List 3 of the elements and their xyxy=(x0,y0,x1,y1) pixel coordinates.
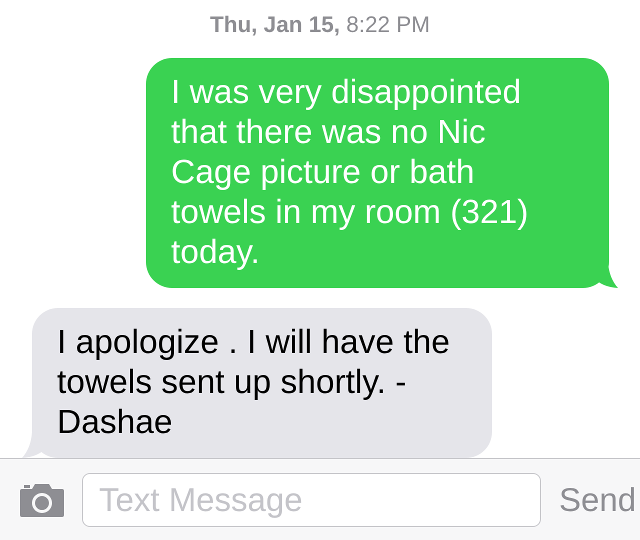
message-timestamp: Thu, Jan 15, 8:22 PM xyxy=(210,12,430,38)
send-button[interactable]: Send xyxy=(557,480,638,518)
message-input[interactable]: Text Message xyxy=(82,472,541,526)
